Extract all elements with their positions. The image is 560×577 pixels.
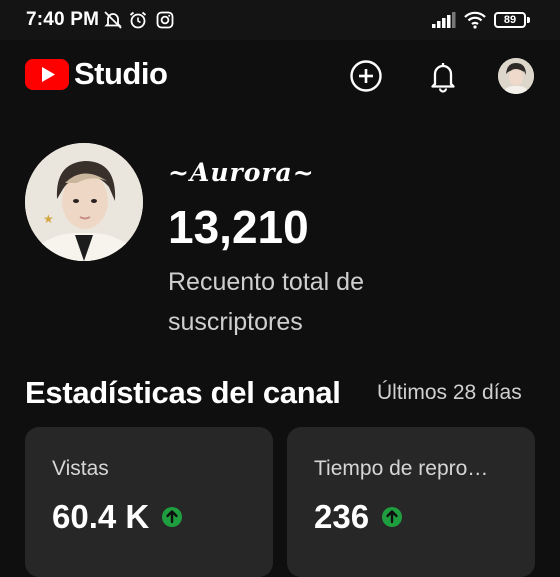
bell-icon[interactable] xyxy=(426,59,460,93)
status-time: 7:40 PM xyxy=(26,9,100,30)
channel-name: ~Aurora~ xyxy=(168,158,315,187)
stats-section-title: Estadísticas del canal xyxy=(25,375,341,410)
signal-icon xyxy=(432,12,456,28)
card-value: 236 xyxy=(314,498,370,535)
battery-tip xyxy=(527,17,530,23)
watch-time-card[interactable]: Tiempo de repro… 236 xyxy=(287,427,535,577)
channel-avatar-photo: ★ xyxy=(25,143,143,261)
alarm-icon xyxy=(129,11,147,29)
card-label: Tiempo de repro… xyxy=(314,457,489,480)
stats-range-label: Últimos 28 días xyxy=(377,381,522,404)
wifi-icon xyxy=(464,11,486,29)
views-card[interactable]: Vistas 60.4 K xyxy=(25,427,273,577)
mute-bell-icon xyxy=(104,11,122,29)
app-bar: Studio xyxy=(0,40,560,112)
youtube-logo-icon xyxy=(25,59,69,90)
channel-avatar[interactable]: ★ xyxy=(25,143,143,261)
studio-logo-text: Studio xyxy=(74,56,168,91)
avatar-photo xyxy=(498,58,534,94)
battery-icon: 89 xyxy=(494,12,526,28)
trend-up-icon xyxy=(162,507,182,527)
status-bar: 7:40 PM 89 xyxy=(0,0,560,40)
card-value: 60.4 K xyxy=(52,498,150,535)
card-label: Vistas xyxy=(52,457,109,480)
trend-up-icon xyxy=(382,507,402,527)
subscriber-label: Recuento total de suscriptores xyxy=(168,268,364,336)
subscriber-count: 13,210 xyxy=(168,201,309,253)
svg-text:★: ★ xyxy=(43,212,54,226)
account-avatar[interactable] xyxy=(498,58,534,94)
add-icon[interactable] xyxy=(349,59,383,93)
battery-level: 89 xyxy=(503,14,517,26)
instagram-icon xyxy=(156,11,174,29)
